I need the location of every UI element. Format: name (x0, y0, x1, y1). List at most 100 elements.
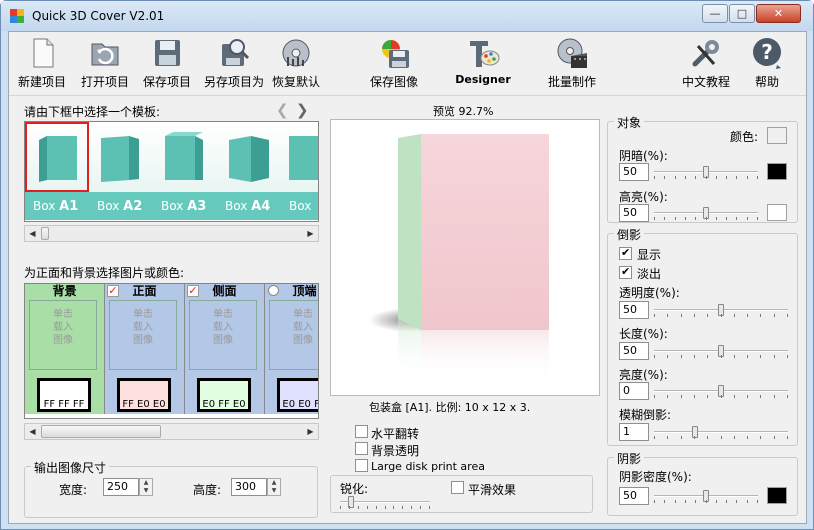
scrollbar-thumb[interactable] (41, 227, 49, 240)
load-image-area[interactable]: 单击 载入 图像 (109, 300, 177, 370)
template-item[interactable]: Box A1 (25, 122, 89, 220)
reflection-fade-checkbox[interactable] (619, 265, 632, 279)
color-swatch[interactable]: E0 E0 FF (277, 378, 318, 412)
batch-disc-icon (555, 36, 589, 70)
save-project-button[interactable]: 保存项目 (140, 36, 194, 94)
width-input[interactable]: 250 (103, 478, 139, 496)
floppy-disk-icon (150, 36, 184, 70)
template-scrollbar[interactable]: ◀ ▶ (24, 225, 319, 242)
scroll-left-icon[interactable]: ◀ (25, 424, 40, 439)
shadow-density-slider[interactable] (654, 490, 758, 503)
scroll-left-icon[interactable]: ◀ (25, 226, 40, 241)
window-title: Quick 3D Cover V2.01 (32, 9, 165, 23)
template-next-arrow-icon[interactable]: ❯ (296, 101, 309, 119)
reflection-show-checkbox[interactable] (619, 246, 632, 260)
brightness-slider[interactable] (654, 385, 788, 398)
template-caption: Box A2 (89, 192, 153, 220)
load-image-area[interactable]: 单击 载入 图像 (189, 300, 257, 370)
designer-button[interactable]: Designer (453, 36, 513, 94)
tools-icon (689, 36, 723, 70)
color-swatch[interactable]: E0 FF E0 (197, 378, 251, 412)
designer-palette-icon (466, 36, 500, 70)
sharpen-slider[interactable] (340, 496, 430, 509)
large-disk-print-checkbox[interactable] (355, 459, 368, 472)
load-image-area[interactable]: 单击 载入 图像 (269, 300, 318, 370)
maximize-button[interactable]: □ (729, 4, 755, 23)
width-spinner[interactable]: ▲ ▼ (139, 478, 153, 496)
help-question-icon: ? (750, 36, 784, 70)
length-slider[interactable] (654, 345, 788, 358)
box-thumbnail-image (165, 132, 203, 180)
opacity-slider[interactable] (654, 304, 788, 317)
close-button[interactable]: ✕ (756, 4, 801, 23)
shadow-color-swatch[interactable] (767, 487, 787, 504)
flip-horizontal-checkbox[interactable] (355, 425, 368, 438)
height-input[interactable]: 300 (231, 478, 267, 496)
shade-input[interactable]: 50 (619, 163, 649, 181)
transparent-bg-checkbox[interactable] (355, 442, 368, 455)
template-caption: Box (281, 192, 318, 220)
surface-column: 顶端单击 载入 图像E0 E0 FF (265, 284, 318, 414)
template-caption: Box A1 (25, 192, 89, 220)
surface-column: 背景 单击 载入 图像 FF FF FF (25, 284, 105, 414)
toolbar: 新建项目 打开项目 保存项目 另存项目为 恢复默认 保存图像 Designer … (9, 32, 806, 96)
template-item[interactable]: Box A4 (217, 122, 281, 220)
template-caption: Box A3 (153, 192, 217, 220)
template-caption: Box A4 (217, 192, 281, 220)
open-project-button[interactable]: 打开项目 (78, 36, 132, 94)
surface-column: 正面 ✓ 单击 载入 图像 FF E0 E0 (105, 284, 185, 414)
template-list: Box A1 Box A2 Box A3 Box A4 Box (24, 121, 319, 222)
sharpen-group: 锐化: 平滑效果 (330, 475, 593, 513)
height-spinner[interactable]: ▲ ▼ (267, 478, 281, 496)
shade-color-swatch[interactable] (767, 163, 787, 180)
template-item[interactable]: Box A2 (89, 122, 153, 220)
restore-defaults-button[interactable]: 恢复默认 (268, 36, 324, 94)
transparent-bg-label: 背景透明 (371, 444, 420, 458)
svg-text:?: ? (761, 40, 773, 64)
scrollbar-thumb[interactable] (41, 425, 161, 438)
surface-checkbox[interactable]: ✓ (107, 285, 119, 297)
smooth-checkbox[interactable] (451, 481, 464, 494)
new-project-button[interactable]: 新建项目 (15, 36, 69, 94)
object-color-swatch[interactable] (767, 127, 787, 144)
preview-canvas (330, 119, 600, 396)
surface-radio[interactable] (268, 285, 279, 296)
highlight-color-swatch[interactable] (767, 204, 787, 221)
highlight-slider[interactable] (654, 207, 758, 220)
output-size-group: 输出图像尺寸 宽度: 250 ▲ ▼ 高度: 300 ▲ ▼ (24, 459, 318, 518)
flip-horizontal-label: 水平翻转 (371, 427, 420, 441)
opacity-input[interactable]: 50 (619, 301, 649, 319)
load-image-area[interactable]: 单击 载入 图像 (29, 300, 97, 370)
box-preview-image (339, 126, 591, 390)
scroll-right-icon[interactable]: ▶ (303, 424, 318, 439)
blur-input[interactable]: 1 (619, 423, 649, 441)
shade-slider[interactable] (654, 166, 758, 179)
batch-create-button[interactable]: 批量制作 (542, 36, 602, 94)
surface-checkbox[interactable]: ✓ (187, 285, 199, 297)
scroll-right-icon[interactable]: ▶ (303, 226, 318, 241)
tutorial-button[interactable]: 中文教程 (678, 36, 734, 94)
selection-frame (25, 122, 89, 192)
template-item[interactable]: Box A3 (153, 122, 217, 220)
surfaces-list: 背景 单击 载入 图像 FF FF FF 正面 ✓ 单击 载入 图像 FF E0 E0 侧面 ✓… (24, 283, 319, 419)
surfaces-scrollbar[interactable]: ◀ ▶ (24, 423, 319, 440)
restore-disc-icon (279, 36, 313, 70)
template-prev-arrow-icon[interactable]: ❮ (276, 101, 289, 119)
save-project-as-button[interactable]: 另存项目为 (202, 36, 266, 94)
minimize-button[interactable]: — (702, 4, 728, 23)
brightness-input[interactable]: 0 (619, 382, 649, 400)
shadow-density-input[interactable]: 50 (619, 487, 649, 505)
help-button[interactable]: ? 帮助 (745, 36, 789, 94)
highlight-input[interactable]: 50 (619, 204, 649, 222)
shadow-group: 阴影 阴影密度(%): 50 (607, 450, 798, 516)
save-image-button[interactable]: 保存图像 (364, 36, 424, 94)
length-input[interactable]: 50 (619, 342, 649, 360)
preview-zoom-label: 预览 92.7% (433, 105, 494, 118)
template-item[interactable]: Box (281, 122, 318, 220)
color-swatch[interactable]: FF E0 E0 (117, 378, 171, 412)
color-swatch[interactable]: FF FF FF (37, 378, 91, 412)
blur-slider[interactable] (654, 426, 788, 439)
template-prompt-label: 请由下框中选择一个模板: (24, 105, 161, 119)
new-document-icon (25, 36, 59, 70)
box-thumbnail-image (229, 136, 269, 182)
